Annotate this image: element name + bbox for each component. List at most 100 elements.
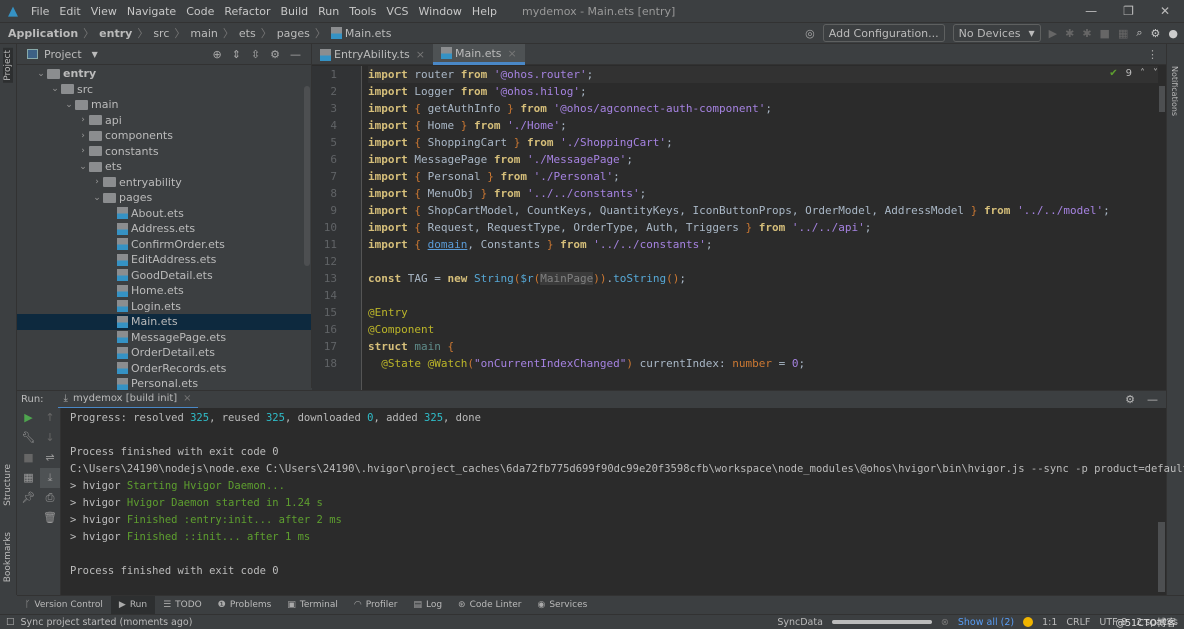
- expand-all-icon[interactable]: ⇕: [232, 48, 241, 61]
- chevron-down-icon[interactable]: ⌄: [63, 100, 75, 110]
- menu-help[interactable]: Help: [467, 5, 502, 18]
- gear-icon[interactable]: ⚙: [1125, 393, 1135, 406]
- chevron-down-icon[interactable]: ▼: [92, 50, 98, 59]
- tree-item[interactable]: ⌄ src: [17, 82, 311, 98]
- tree-item[interactable]: ⌄ ets: [17, 159, 311, 175]
- layout-icon[interactable]: ▦: [17, 468, 40, 488]
- tree-item[interactable]: Home.ets: [17, 283, 311, 299]
- device-manager-icon[interactable]: ▦: [1118, 27, 1128, 40]
- caret-position[interactable]: 1:1: [1042, 617, 1057, 628]
- minimize-button[interactable]: —: [1085, 4, 1097, 18]
- editor-tab[interactable]: EntryAbility.ts ×: [312, 44, 433, 65]
- locate-file-icon[interactable]: ⊕: [212, 48, 221, 61]
- tool-tab-profiler[interactable]: ◠ Profiler: [346, 596, 406, 615]
- status-toggle-icon[interactable]: ☐: [6, 617, 15, 628]
- tool-tab-log[interactable]: ▤ Log: [405, 596, 450, 615]
- wrench-icon[interactable]: 🔧︎: [17, 428, 40, 448]
- up-icon[interactable]: ↑: [40, 408, 60, 428]
- menu-view[interactable]: View: [86, 5, 122, 18]
- menu-navigate[interactable]: Navigate: [122, 5, 181, 18]
- tool-tab-code-linter[interactable]: ⊛ Code Linter: [450, 596, 529, 615]
- menu-run[interactable]: Run: [313, 5, 344, 18]
- next-highlight-icon[interactable]: ˅: [1153, 68, 1158, 79]
- chevron-down-icon[interactable]: ⌄: [49, 84, 61, 94]
- breadcrumb-item[interactable]: Main.ets: [345, 27, 392, 40]
- menu-vcs[interactable]: VCS: [381, 5, 413, 18]
- account-icon[interactable]: ●: [1168, 27, 1178, 40]
- tool-tab-services[interactable]: ◉ Services: [529, 596, 595, 615]
- run-icon[interactable]: ▶: [1049, 27, 1057, 40]
- tree-item[interactable]: OrderDetail.ets: [17, 345, 311, 361]
- show-all-tasks-link[interactable]: Show all (2): [958, 617, 1014, 628]
- close-button[interactable]: ✕: [1160, 4, 1170, 18]
- structure-tool-tab[interactable]: Structure: [3, 464, 13, 506]
- more-tabs-icon[interactable]: ⋮: [1139, 44, 1166, 64]
- breadcrumb-item[interactable]: src: [153, 27, 169, 40]
- tree-item[interactable]: › entryability: [17, 175, 311, 191]
- tool-tab-todo[interactable]: ☰ TODO: [155, 596, 210, 615]
- tree-item[interactable]: Login.ets: [17, 299, 311, 315]
- tree-item[interactable]: Main.ets: [17, 314, 311, 330]
- tree-item[interactable]: ⌄ entry: [17, 66, 311, 82]
- tree-item[interactable]: GoodDetail.ets: [17, 268, 311, 284]
- attach-debugger-icon[interactable]: ✱: [1082, 27, 1091, 40]
- previous-highlight-icon[interactable]: ˄: [1140, 68, 1145, 79]
- gear-icon[interactable]: ⚙: [1151, 27, 1161, 40]
- gear-icon[interactable]: ⚙: [270, 48, 280, 61]
- device-selector[interactable]: No Devices ▼: [952, 24, 1041, 42]
- tree-item[interactable]: MessagePage.ets: [17, 330, 311, 346]
- soft-wrap-icon[interactable]: ⇌: [40, 448, 60, 468]
- rerun-icon[interactable]: ▶: [17, 408, 40, 428]
- tree-item[interactable]: ⌄ main: [17, 97, 311, 113]
- scroll-to-end-icon[interactable]: ⤓: [40, 468, 60, 488]
- menu-file[interactable]: File: [26, 5, 54, 18]
- hide-icon[interactable]: —: [1147, 393, 1158, 406]
- code-area[interactable]: import router from '@ohos.router'; import…: [368, 66, 1158, 372]
- inspection-widget[interactable]: ✔ 9 ˄ ˅: [1109, 68, 1158, 79]
- project-tool-tab[interactable]: Project: [3, 48, 13, 83]
- menu-code[interactable]: Code: [181, 5, 219, 18]
- down-icon[interactable]: ↓: [40, 428, 60, 448]
- hide-icon[interactable]: —: [290, 48, 301, 61]
- chevron-right-icon[interactable]: ›: [91, 177, 103, 187]
- tree-item[interactable]: › constants: [17, 144, 311, 160]
- restore-button[interactable]: ❐: [1123, 4, 1134, 18]
- project-view-selector[interactable]: Project: [44, 48, 82, 61]
- cancel-task-icon[interactable]: ⊗: [941, 617, 949, 628]
- tool-tab-problems[interactable]: ❶ Problems: [210, 596, 280, 615]
- line-separator[interactable]: CRLF: [1066, 617, 1090, 628]
- console-output[interactable]: Progress: resolved 325, reused 325, down…: [61, 408, 1184, 595]
- pin-icon[interactable]: 📌︎: [17, 488, 40, 508]
- search-icon[interactable]: ⌕: [1136, 26, 1142, 40]
- menu-edit[interactable]: Edit: [54, 5, 85, 18]
- add-configuration-button[interactable]: Add Configuration...: [822, 24, 945, 42]
- stop-icon[interactable]: ■: [17, 448, 40, 468]
- breadcrumb-item[interactable]: pages: [277, 27, 310, 40]
- chevron-down-icon[interactable]: ⌄: [35, 69, 47, 79]
- tool-tab-run[interactable]: ▶ Run: [110, 595, 156, 615]
- tree-item[interactable]: › components: [17, 128, 311, 144]
- close-tab-icon[interactable]: ×: [416, 48, 425, 61]
- tree-item[interactable]: OrderRecords.ets: [17, 361, 311, 377]
- menu-refactor[interactable]: Refactor: [219, 5, 275, 18]
- tree-item[interactable]: ⌄ pages: [17, 190, 311, 206]
- chevron-right-icon[interactable]: ›: [77, 131, 89, 141]
- notifications-tool-tab[interactable]: Notifications: [1170, 66, 1179, 116]
- tree-item[interactable]: About.ets: [17, 206, 311, 222]
- editor-tab[interactable]: Main.ets ×: [432, 44, 525, 65]
- breadcrumb-item[interactable]: Application: [8, 27, 78, 40]
- console-scrollbar[interactable]: [1158, 522, 1165, 592]
- menu-tools[interactable]: Tools: [344, 5, 381, 18]
- tree-scrollbar[interactable]: [304, 86, 310, 266]
- stop-icon[interactable]: ■: [1100, 27, 1110, 40]
- tree-item[interactable]: ConfirmOrder.ets: [17, 237, 311, 253]
- close-tab-icon[interactable]: ×: [183, 393, 191, 404]
- chevron-right-icon[interactable]: ›: [77, 115, 89, 125]
- tool-tab-version-control[interactable]: ᚴ Version Control: [17, 596, 111, 615]
- debug-icon[interactable]: ✱: [1065, 27, 1074, 40]
- trash-icon[interactable]: 🗑︎: [40, 508, 60, 528]
- chevron-down-icon[interactable]: ⌄: [91, 193, 103, 203]
- breadcrumb-item[interactable]: main: [190, 27, 217, 40]
- menu-build[interactable]: Build: [276, 5, 314, 18]
- close-tab-icon[interactable]: ×: [508, 47, 517, 60]
